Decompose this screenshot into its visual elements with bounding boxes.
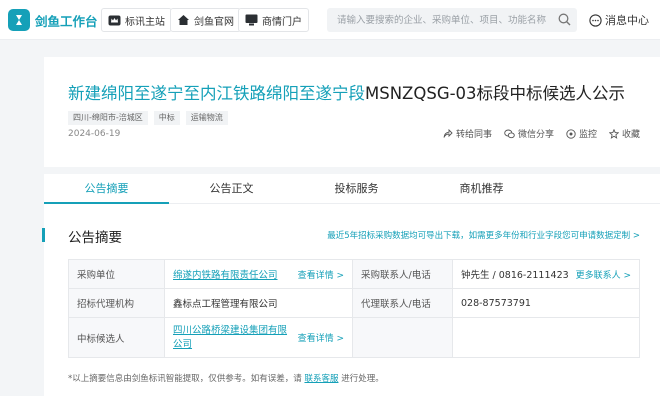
empty-value-cell [452, 317, 640, 358]
message-center[interactable]: 消息中心 [589, 10, 649, 30]
monitor-eye-icon [566, 128, 576, 139]
action-label: 微信分享 [517, 130, 554, 140]
candidate-link[interactable]: 四川公路桥梁建设集团有限公司 [173, 324, 294, 352]
top-bar: 剑鱼工作台 标讯主站 剑鱼官网 商情门户 消息中心 [0, 0, 660, 40]
share-icon [443, 128, 453, 138]
notice-tags: 四川-绵阳市-涪城区 中标 运输物流 [68, 111, 228, 125]
notice-title-suffix: MSNZQSG-03标段中标候选人公示 [365, 84, 626, 103]
summary-panel: 公告摘要 最近5年招标采购数据均可导出下载，如需更多年份和行业字段您可申请数据定… [42, 204, 660, 396]
nav-label: 商情门户 [262, 16, 302, 28]
agency-label: 招标代理机构 [68, 288, 165, 318]
candidate-cell: 四川公路桥梁建设集团有限公司 查看详情 > [164, 317, 353, 358]
buyer-contact-cell: 钟先生 / 0816-2111423 更多联系人 > [452, 259, 640, 289]
tab-opportunity-recommend[interactable]: 商机推荐 [419, 174, 544, 203]
buyer-cell: 绵遂内铁路有限责任公司 查看详情 > [164, 259, 353, 289]
notice-title-project: 新建绵阳至遂宁至内江铁路绵阳至遂宁段 [68, 84, 365, 103]
tab-full-text[interactable]: 公告正文 [169, 174, 294, 203]
table-row: 招标代理机构 鑫标点工程管理有限公司 代理联系人/电话 028-87573791 [68, 288, 640, 318]
nav-button-official-site[interactable]: 剑鱼官网 [170, 8, 241, 32]
nav-button-bid-main-site[interactable]: 标讯主站 [101, 8, 172, 32]
table-row: 采购单位 绵遂内铁路有限责任公司 查看详情 > 采购联系人/电话 钟先生 / 0… [68, 259, 640, 289]
nav-button-business-portal[interactable]: 商情门户 [238, 8, 309, 32]
buyer-label: 采购单位 [68, 259, 165, 289]
global-search[interactable] [327, 8, 577, 32]
wechat-share-button[interactable]: 微信分享 [504, 127, 554, 140]
search-icon[interactable] [558, 13, 571, 26]
home-icon [178, 15, 189, 25]
buyer-contact-label: 采购联系人/电话 [352, 259, 453, 289]
buyer-link[interactable]: 绵遂内铁路有限责任公司 [173, 267, 278, 281]
notice-actions: 转给同事 微信分享 监控 收藏 [443, 127, 640, 140]
summary-title: 公告摘要 [68, 230, 122, 246]
buyer-detail-link[interactable]: 查看详情 > [298, 268, 344, 281]
empty-label-cell [352, 317, 453, 358]
wechat-icon [504, 129, 515, 138]
monitor-icon [245, 14, 258, 26]
notice-header: 新建绵阳至遂宁至内江铁路绵阳至遂宁段MSNZQSG-03标段中标候选人公示 四川… [44, 57, 660, 167]
nav-label: 标讯主站 [125, 16, 165, 28]
monitor-button[interactable]: 监控 [566, 127, 597, 140]
swordfish-logo-icon [8, 9, 30, 31]
agency-contact-label: 代理联系人/电话 [352, 288, 453, 318]
buyer-contact-value: 钟先生 / 0816-2111423 [461, 270, 569, 281]
region-tag[interactable]: 四川-绵阳市-涪城区 [68, 111, 148, 125]
footnote-text: *以上摘要信息由剑鱼标讯智能提取，仅供参考。如有误差，请 [68, 374, 302, 384]
message-center-label: 消息中心 [605, 14, 649, 27]
nav-label: 剑鱼官网 [194, 16, 234, 28]
agency-value: 鑫标点工程管理有限公司 [164, 288, 353, 318]
summary-table: 采购单位 绵遂内铁路有限责任公司 查看详情 > 采购联系人/电话 钟先生 / 0… [68, 259, 640, 358]
brand-name: 剑鱼工作台 [35, 13, 98, 29]
industry-tag[interactable]: 运输物流 [185, 111, 228, 125]
table-row: 中标候选人 四川公路桥梁建设集团有限公司 查看详情 > [68, 317, 640, 358]
candidate-detail-link[interactable]: 查看详情 > [298, 331, 344, 344]
tab-bid-services[interactable]: 投标服务 [294, 174, 419, 203]
tab-summary[interactable]: 公告摘要 [44, 174, 169, 204]
search-input[interactable] [327, 8, 547, 32]
section-accent-bar [42, 228, 45, 242]
action-label: 收藏 [621, 130, 640, 140]
agency-contact-value: 028-87573791 [452, 288, 640, 318]
more-contacts-link[interactable]: 更多联系人 > [576, 268, 631, 281]
star-icon [608, 128, 619, 139]
summary-footnote: *以上摘要信息由剑鱼标讯智能提取，仅供参考。如有误差，请 联系客服 进行处理。 [68, 372, 384, 384]
contact-support-link[interactable]: 联系客服 [304, 374, 338, 384]
favorite-button[interactable]: 收藏 [608, 127, 640, 140]
type-tag[interactable]: 中标 [153, 111, 180, 125]
chat-bubble-icon [589, 13, 602, 27]
action-label: 转给同事 [455, 130, 492, 140]
footnote-text-end: 进行处理。 [341, 374, 384, 384]
forward-to-colleague-button[interactable]: 转给同事 [443, 127, 492, 140]
detail-tabs: 公告摘要 公告正文 投标服务 商机推荐 [44, 174, 660, 204]
candidate-label: 中标候选人 [68, 317, 165, 358]
action-label: 监控 [578, 130, 597, 140]
notice-title: 新建绵阳至遂宁至内江铁路绵阳至遂宁段MSNZQSG-03标段中标候选人公示 [68, 83, 625, 105]
data-export-link[interactable]: 最近5年招标采购数据均可导出下载，如需更多年份和行业字段您可申请数据定制 > [327, 229, 640, 241]
crown-icon [108, 15, 121, 25]
brand-logo[interactable]: 剑鱼工作台 [8, 9, 98, 31]
publish-date: 2024-06-19 [68, 129, 121, 139]
